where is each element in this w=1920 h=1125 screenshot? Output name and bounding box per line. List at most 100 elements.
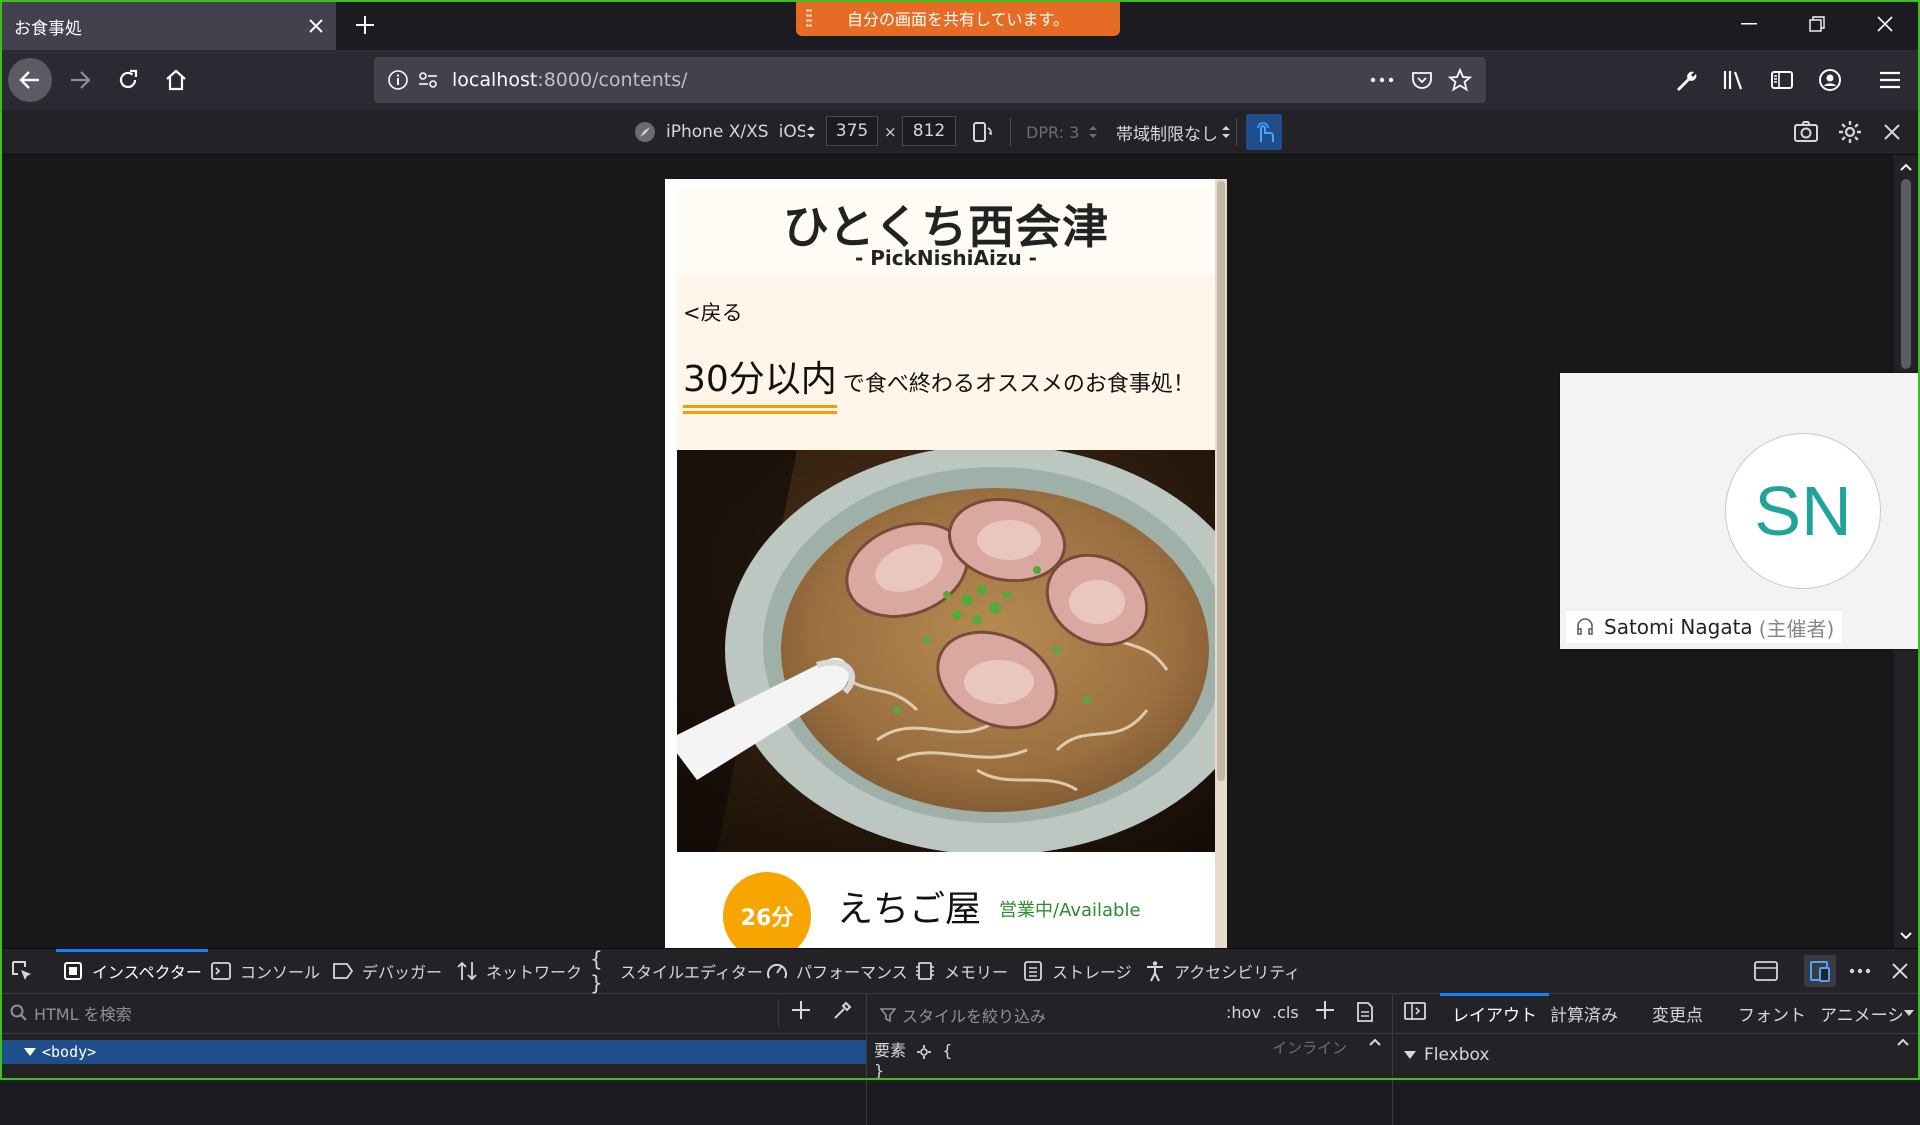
tab-memory[interactable]: メモリー	[914, 949, 1008, 993]
page-scrollbar[interactable]	[1215, 179, 1227, 948]
tab-inspector[interactable]: インスペクター	[56, 949, 208, 993]
screenshot-icon[interactable]	[1794, 118, 1818, 146]
expand-arrow-icon	[1404, 1051, 1416, 1059]
debugger-icon	[332, 960, 354, 982]
account-icon[interactable]	[1808, 58, 1852, 102]
element-picker-icon[interactable]	[10, 949, 34, 993]
gear-icon	[917, 1044, 932, 1059]
tab-network[interactable]: ネットワーク	[456, 949, 582, 993]
forward-button[interactable]	[58, 58, 102, 102]
reload-button[interactable]	[106, 58, 150, 102]
flexbox-section[interactable]: Flexbox	[1404, 1045, 1489, 1065]
safari-compass-icon	[635, 122, 655, 142]
close-devtools-icon[interactable]	[1884, 955, 1916, 987]
rule-open-brace: {	[942, 1041, 953, 1060]
viewport-scrollbar-thumb[interactable]	[1901, 179, 1911, 369]
sidebar-icon[interactable]	[1760, 58, 1804, 102]
add-rule-icon[interactable]	[1314, 999, 1336, 1021]
close-rdm-icon[interactable]	[1884, 118, 1900, 146]
scroll-up-icon[interactable]	[1366, 1035, 1384, 1049]
eyedropper-icon[interactable]	[832, 999, 854, 1021]
tab-style-editor[interactable]: { } スタイルエディター	[590, 947, 763, 995]
bookmark-star-icon[interactable]	[1446, 66, 1474, 94]
minimize-button[interactable]	[1714, 0, 1784, 48]
library-icon[interactable]	[1712, 58, 1756, 102]
tab-performance[interactable]: パフォーマンス	[766, 949, 908, 993]
screen-share-banner[interactable]: 自分の画面を共有しています。	[796, 0, 1120, 36]
tab-console[interactable]: コンソール	[210, 949, 320, 993]
headline-emphasis: 30分以内	[683, 350, 837, 414]
more-options-icon[interactable]	[1844, 955, 1876, 987]
print-media-icon[interactable]	[1356, 1001, 1374, 1023]
viewport-width-input[interactable]: 375	[826, 116, 878, 146]
touch-simulation-button[interactable]	[1246, 114, 1282, 150]
class-toggle[interactable]: .cls	[1272, 1003, 1299, 1022]
back-button[interactable]	[8, 58, 52, 102]
participant-role: (主催者)	[1758, 616, 1835, 641]
tab-accessibility[interactable]: アクセシビリティ	[1144, 949, 1300, 993]
device-selector[interactable]: iPhone X/XS iOS	[634, 118, 815, 146]
toolbar-divider	[1236, 118, 1237, 146]
toggle-sidebar-icon[interactable]	[1404, 1001, 1426, 1021]
ramen-photo[interactable]	[677, 450, 1215, 852]
console-icon	[210, 960, 232, 982]
style-filter-input[interactable]: スタイルを絞り込み	[880, 1003, 1046, 1027]
rule-element: 要素 { }	[874, 1037, 952, 1080]
tab-storage[interactable]: ストレージ	[1022, 949, 1132, 993]
expand-arrow-icon	[24, 1048, 36, 1056]
settings-gear-icon[interactable]	[1838, 118, 1862, 146]
split-console-icon[interactable]	[1750, 955, 1782, 987]
rotate-viewport-icon[interactable]	[970, 118, 994, 146]
tab-debugger[interactable]: デバッガー	[332, 949, 442, 993]
site-info-icon[interactable]	[384, 66, 412, 94]
headline-text: で食べ終わるオススメのお食事処！	[842, 372, 1195, 397]
tab-label: ネットワーク	[486, 963, 583, 982]
tab-fonts[interactable]: フォント	[1738, 993, 1806, 1033]
meeting-video-tile[interactable]: SN Satomi Nagata (主催者)	[1560, 373, 1920, 649]
close-tab-icon[interactable]	[296, 6, 336, 46]
permissions-icon[interactable]	[414, 66, 442, 94]
tab-label: インスペクター	[92, 963, 202, 982]
url-text[interactable]: localhost:8000/contents/	[452, 69, 688, 91]
new-tab-button[interactable]	[346, 6, 384, 44]
node-tag: <body>	[42, 1043, 97, 1061]
device-frame: ひとくち西会津 - PickNishiAizu - <戻る 30分以内 で食べ終わ…	[665, 179, 1227, 948]
throttling-selector[interactable]: 帯域制限なし	[1116, 118, 1230, 146]
restore-button[interactable]	[1782, 0, 1852, 48]
dpr-value: DPR: 3	[1026, 122, 1080, 142]
tab-animations[interactable]: アニメーショ	[1820, 993, 1902, 1033]
back-link[interactable]: <戻る	[683, 297, 743, 327]
site-subtitle: - PickNishiAizu -	[854, 246, 1037, 270]
page-actions-icon[interactable]	[1368, 66, 1396, 94]
tab-label: デバッガー	[362, 963, 443, 982]
hover-state-toggle[interactable]: :hov	[1226, 1003, 1261, 1022]
pocket-icon[interactable]	[1408, 66, 1436, 94]
dpr-selector[interactable]: DPR: 3	[1026, 118, 1098, 146]
tab-title: お食事処	[14, 18, 82, 39]
tab-changes[interactable]: 変更点	[1652, 993, 1703, 1033]
toolbar-divider	[1010, 118, 1011, 146]
url-bar[interactable]: localhost:8000/contents/	[374, 57, 1486, 103]
flexbox-label: Flexbox	[1424, 1045, 1490, 1065]
restaurant-card[interactable]: 26分 えちご屋 営業中/Available	[677, 852, 1215, 948]
url-host: localhost	[452, 69, 538, 91]
home-button[interactable]	[154, 58, 198, 102]
html-search-input[interactable]: HTML を検索	[10, 1001, 132, 1025]
more-tabs-icon[interactable]	[1904, 993, 1914, 1033]
tab-layout[interactable]: レイアウト	[1440, 993, 1549, 1033]
viewport-height-input[interactable]: 812	[902, 116, 956, 146]
drag-handle-icon[interactable]	[806, 8, 812, 28]
url-path: :8000/contents/	[537, 69, 688, 91]
menu-icon[interactable]	[1868, 58, 1912, 102]
panel-divider	[866, 993, 867, 1125]
close-window-button[interactable]	[1850, 0, 1920, 48]
tab-computed[interactable]: 計算済み	[1550, 993, 1618, 1033]
tree-node-body[interactable]: <body>	[0, 1040, 866, 1064]
responsive-mode-icon[interactable]	[1804, 955, 1836, 987]
scroll-up-icon[interactable]	[1894, 1035, 1912, 1049]
add-node-icon[interactable]	[790, 999, 812, 1021]
page-scrollbar-thumb[interactable]	[1217, 181, 1225, 781]
web-page: ひとくち西会津 - PickNishiAizu - <戻る 30分以内 で食べ終わ…	[677, 187, 1215, 948]
browser-tab[interactable]: お食事処	[2, 2, 336, 50]
developer-tools-icon[interactable]	[1664, 58, 1708, 102]
